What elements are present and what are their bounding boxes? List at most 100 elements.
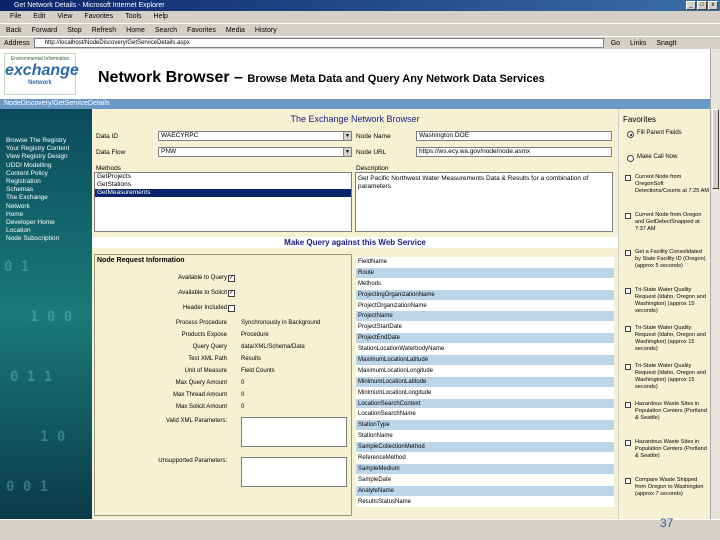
refresh-button[interactable]: Refresh [90, 27, 119, 34]
field-list-row[interactable]: ProjectStartDate [356, 322, 614, 334]
forward-button[interactable]: Forward [30, 27, 60, 34]
valid-xml-params-textarea[interactable] [241, 417, 347, 447]
go-button[interactable]: Go [608, 40, 623, 47]
methods-listbox[interactable]: GetProjects GetStations GetMeasurements [94, 172, 352, 232]
favorite-item[interactable]: Hazardous Waste Sites in Population Cent… [625, 401, 709, 422]
favorite-item[interactable]: Get a Facility Consolidated by State Fac… [625, 249, 709, 270]
menu-edit[interactable]: Edit [33, 11, 45, 23]
node-name-field[interactable]: Washington DOE [416, 131, 612, 141]
favorite-checkbox[interactable] [625, 175, 631, 181]
make-call-radio[interactable] [627, 155, 634, 162]
make-query-link[interactable]: Make Query against this Web Service [92, 237, 618, 248]
nav-item-the-exchange[interactable]: The Exchange [6, 194, 69, 202]
data-id-select[interactable]: WAECYRPC ▼ [158, 131, 352, 141]
menu-tools[interactable]: Tools [125, 11, 141, 23]
nav-item-content-policy[interactable]: Content Policy [6, 170, 69, 178]
chevron-down-icon[interactable]: ▼ [343, 132, 351, 140]
data-flow-select[interactable]: PNW ▼ [158, 147, 352, 157]
vertical-scrollbar[interactable] [710, 49, 720, 519]
field-list-row[interactable]: StationLocationWaterbodyName [356, 344, 614, 356]
field-list-row[interactable]: SampleCollectionMethod [356, 442, 614, 454]
favorite-checkbox[interactable] [625, 364, 631, 370]
scrollbar-thumb[interactable] [712, 109, 719, 189]
field-list-row[interactable]: MaximumLocationLongitude [356, 365, 614, 377]
nav-item-location[interactable]: Location [6, 227, 69, 235]
method-item-get-stations[interactable]: GetStations [95, 181, 351, 189]
field-list-row[interactable]: MaximumLocationLatitude [356, 355, 614, 366]
favorite-checkbox[interactable] [625, 288, 631, 294]
stop-button[interactable]: Stop [65, 27, 83, 34]
favorite-item[interactable]: Tri-State Water Quality Request (Idaho, … [625, 325, 709, 353]
node-url-field[interactable]: https://ws.ecy.wa.gov/node/node.asmx [416, 147, 612, 157]
menu-favorites[interactable]: Favorites [84, 11, 113, 23]
slide-number: 37 [660, 516, 674, 530]
nav-item-home[interactable]: Home [6, 211, 69, 219]
available-query-checkbox[interactable]: ✓ [228, 275, 235, 282]
field-list-row[interactable]: StationType [356, 420, 614, 432]
menu-help[interactable]: Help [154, 11, 168, 23]
field-list-row[interactable]: LocationSearchName [356, 409, 614, 421]
field-list-row[interactable]: SampleMedium [356, 463, 614, 475]
favorite-item[interactable]: Hazardous Waste Sites in Population Cent… [625, 439, 709, 460]
field-list-row[interactable]: ProjectOrganizationName [356, 300, 614, 312]
menu-file[interactable]: File [10, 11, 21, 23]
method-item-get-projects[interactable]: GetProjects [95, 173, 351, 181]
field-list-row[interactable]: StationName [356, 431, 614, 443]
nav-item-browse-registry[interactable]: Browse The Registry [6, 137, 69, 145]
history-button[interactable]: History [253, 27, 279, 34]
field-list-row[interactable]: AnalyteName [356, 485, 614, 497]
snagit-button[interactable]: SnagIt [653, 40, 679, 47]
field-list-row[interactable]: ProjectingOrganizationName [356, 289, 614, 301]
minimize-button[interactable]: _ [686, 1, 696, 10]
favorite-item[interactable]: Tri-State Water Quality Request (Idaho, … [625, 287, 709, 315]
nav-item-node-subscription[interactable]: Node Subscription [6, 235, 69, 243]
description-textarea[interactable]: Get Pacific Northwest Water Measurements… [355, 172, 613, 232]
favorite-checkbox[interactable] [625, 326, 631, 332]
address-input[interactable]: http://localhost/NodeDiscovery/GetServic… [33, 38, 604, 48]
field-list-row[interactable]: ProjectName [356, 311, 614, 323]
favorite-item[interactable]: Current Node from OregonSoft Detections/… [625, 174, 709, 195]
home-button[interactable]: Home [124, 27, 147, 34]
media-button[interactable]: Media [224, 27, 247, 34]
nav-item-registry-content[interactable]: Your Registry Content [6, 145, 69, 153]
favorites-button[interactable]: Favorites [185, 27, 218, 34]
field-list-row[interactable]: ReferenceMethod [356, 453, 614, 464]
favorite-item[interactable]: Current Node from Oregon and GetDetectSn… [625, 212, 709, 233]
nav-item-developer-home[interactable]: Developer Home [6, 219, 69, 227]
favorite-item[interactable]: Compare Waste Shipped from Oregon to Was… [625, 477, 709, 498]
favorite-checkbox[interactable] [625, 213, 631, 219]
field-list-row[interactable]: ProjectEndDate [356, 333, 614, 345]
nav-item-registration[interactable]: Registration [6, 178, 69, 186]
field-list-row[interactable]: Route [356, 267, 614, 279]
menu-view[interactable]: View [57, 11, 72, 23]
chevron-down-icon[interactable]: ▼ [343, 148, 351, 156]
method-item-get-measurements[interactable]: GetMeasurements [95, 189, 351, 197]
nav-item-network[interactable]: Network [6, 203, 69, 211]
favorite-checkbox[interactable] [625, 440, 631, 446]
fill-fields-radio[interactable] [627, 131, 634, 138]
field-list-row[interactable]: MinimumLocationLongitude [356, 387, 614, 399]
search-button[interactable]: Search [153, 27, 179, 34]
favorite-checkbox[interactable] [625, 478, 631, 484]
field-list-row[interactable]: FieldName [356, 257, 614, 268]
nav-item-uddi-modelling[interactable]: UDDI Modelling [6, 162, 69, 170]
back-button[interactable]: Back [4, 27, 24, 34]
field-list-row[interactable]: Methods [356, 278, 614, 290]
valid-xml-params-label: Valid XML Parameters: [165, 418, 227, 424]
field-list-row[interactable]: LocationSearchContext [356, 398, 614, 410]
field-list-row[interactable]: MinimumLocationLatitude [356, 376, 614, 388]
available-solicit-checkbox[interactable]: ✓ [228, 290, 235, 297]
close-button[interactable]: x [708, 1, 718, 10]
favorite-item[interactable]: Tri-State Water Quality Request (Idaho, … [625, 363, 709, 391]
field-list-row[interactable]: SampleDate [356, 474, 614, 486]
nav-item-schemas[interactable]: Schemas [6, 186, 69, 194]
field-list-row[interactable]: ResultsStatusName [356, 496, 614, 508]
exchange-network-logo[interactable]: Environmental Information exchange Netwo… [4, 53, 79, 95]
header-included-checkbox[interactable] [228, 305, 235, 312]
links-button[interactable]: Links [627, 40, 649, 47]
maximize-button[interactable]: □ [697, 1, 707, 10]
unsupported-params-textarea[interactable] [241, 457, 347, 487]
favorite-checkbox[interactable] [625, 402, 631, 408]
favorite-checkbox[interactable] [625, 250, 631, 256]
nav-item-registry-design[interactable]: View Registry Design [6, 153, 69, 161]
